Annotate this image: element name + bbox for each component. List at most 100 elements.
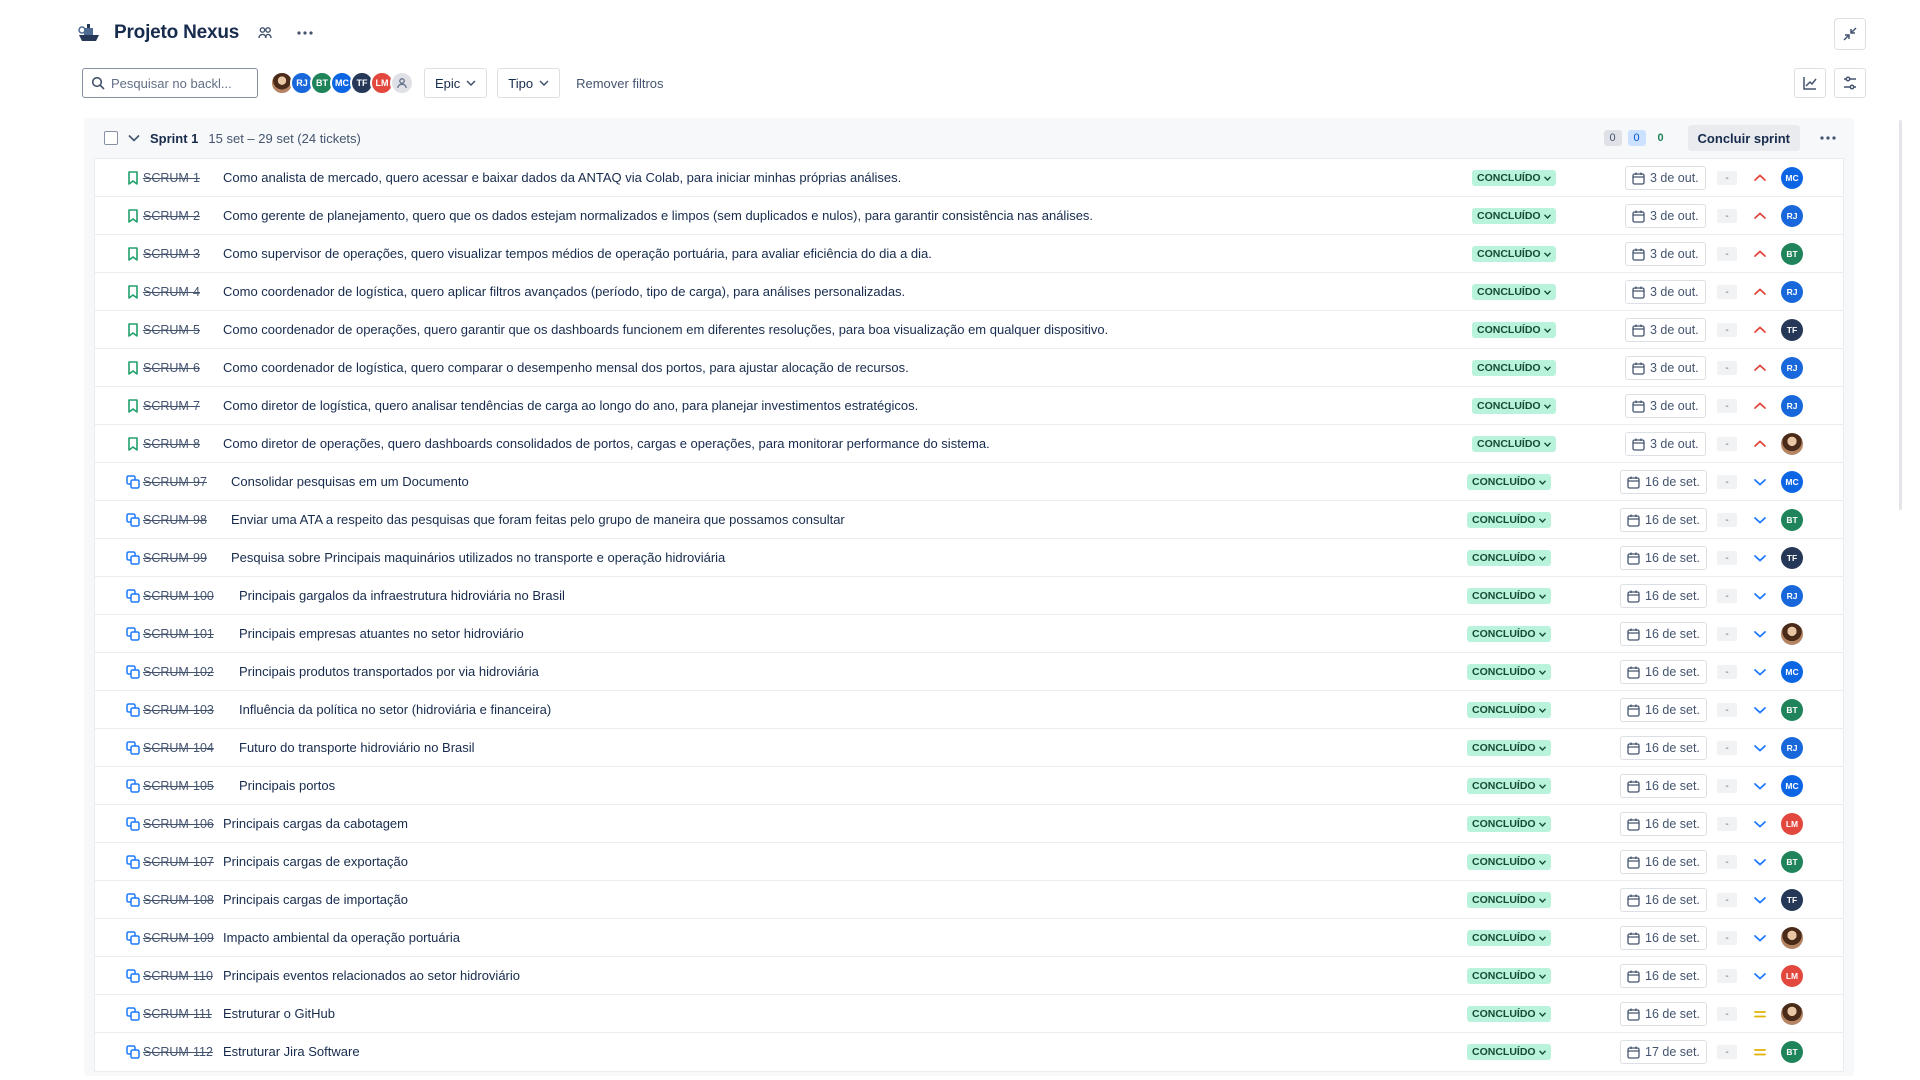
issue-summary[interactable]: Consolidar pesquisas em um Documento: [231, 474, 469, 489]
issue-row[interactable]: SCRUM-103 Influência da política no seto…: [95, 691, 1843, 729]
assignee-avatar[interactable]: [1781, 1003, 1803, 1025]
assignee-avatar[interactable]: [1781, 433, 1803, 455]
story-points-field[interactable]: -: [1717, 437, 1737, 451]
assignee-avatar[interactable]: LM: [1781, 965, 1803, 987]
due-date-field[interactable]: 3 de out.: [1625, 318, 1706, 342]
type-filter-dropdown[interactable]: Tipo: [497, 68, 561, 98]
due-date-field[interactable]: 3 de out.: [1625, 356, 1706, 380]
issue-summary[interactable]: Como coordenador de logística, quero com…: [223, 360, 909, 375]
issue-row[interactable]: SCRUM-7 Como diretor de logística, quero…: [95, 387, 1843, 425]
issue-key[interactable]: SCRUM-6: [143, 361, 200, 375]
issue-summary[interactable]: Estruturar o GitHub: [223, 1006, 335, 1021]
priority-low-icon[interactable]: [1752, 854, 1768, 870]
story-points-field[interactable]: -: [1717, 171, 1737, 185]
story-points-field[interactable]: -: [1717, 399, 1737, 413]
issue-key[interactable]: SCRUM-108: [143, 893, 214, 907]
issue-key[interactable]: SCRUM-7: [143, 399, 200, 413]
due-date-field[interactable]: 16 de set.: [1620, 660, 1707, 684]
priority-high-icon[interactable]: [1752, 208, 1768, 224]
complete-sprint-button[interactable]: Concluir sprint: [1687, 125, 1800, 151]
issue-key[interactable]: SCRUM-97: [143, 475, 207, 489]
issue-key[interactable]: SCRUM-109: [143, 931, 214, 945]
story-points-field[interactable]: -: [1717, 969, 1737, 983]
due-date-field[interactable]: 16 de set.: [1620, 622, 1707, 646]
issue-row[interactable]: SCRUM-110 Principais eventos relacionado…: [95, 957, 1843, 995]
story-points-field[interactable]: -: [1717, 1045, 1737, 1059]
issue-summary[interactable]: Principais portos: [239, 778, 335, 793]
issue-key[interactable]: SCRUM-101: [143, 627, 214, 641]
epic-filter-dropdown[interactable]: Epic: [424, 68, 488, 98]
issue-row[interactable]: SCRUM-2 Como gerente de planejamento, qu…: [95, 197, 1843, 235]
status-badge[interactable]: CONCLUÍDO: [1467, 626, 1551, 642]
issue-key[interactable]: SCRUM-2: [143, 209, 200, 223]
story-points-field[interactable]: -: [1717, 323, 1737, 337]
chevron-down-icon[interactable]: [128, 134, 140, 142]
status-badge[interactable]: CONCLUÍDO: [1467, 968, 1551, 984]
issue-row[interactable]: SCRUM-102 Principais produtos transporta…: [95, 653, 1843, 691]
priority-high-icon[interactable]: [1752, 170, 1768, 186]
assignee-avatar[interactable]: MC: [1781, 661, 1803, 683]
status-badge[interactable]: CONCLUÍDO: [1472, 246, 1556, 262]
issue-summary[interactable]: Principais produtos transportados por vi…: [239, 664, 539, 679]
due-date-field[interactable]: 16 de set.: [1620, 508, 1707, 532]
assignee-avatar[interactable]: RJ: [1781, 357, 1803, 379]
priority-low-icon[interactable]: [1752, 550, 1768, 566]
view-settings-icon[interactable]: [1834, 68, 1866, 98]
due-date-field[interactable]: 16 de set.: [1620, 812, 1707, 836]
assignee-avatar[interactable]: MC: [1781, 167, 1803, 189]
assignee-avatar[interactable]: RJ: [1781, 281, 1803, 303]
issue-key[interactable]: SCRUM-107: [143, 855, 214, 869]
issue-row[interactable]: SCRUM-6 Como coordenador de logística, q…: [95, 349, 1843, 387]
status-badge[interactable]: CONCLUÍDO: [1467, 588, 1551, 604]
priority-low-icon[interactable]: [1752, 740, 1768, 756]
assignee-avatar[interactable]: RJ: [1781, 205, 1803, 227]
issue-row[interactable]: SCRUM-4 Como coordenador de logística, q…: [95, 273, 1843, 311]
issue-summary[interactable]: Estruturar Jira Software: [223, 1044, 360, 1059]
status-badge[interactable]: CONCLUÍDO: [1467, 474, 1551, 490]
status-badge[interactable]: CONCLUÍDO: [1472, 284, 1556, 300]
story-points-field[interactable]: -: [1717, 931, 1737, 945]
search-input[interactable]: [111, 75, 241, 91]
priority-medium-icon[interactable]: [1752, 1044, 1768, 1060]
due-date-field[interactable]: 16 de set.: [1620, 774, 1707, 798]
status-badge[interactable]: CONCLUÍDO: [1467, 512, 1551, 528]
story-points-field[interactable]: -: [1717, 209, 1737, 223]
story-points-field[interactable]: -: [1717, 285, 1737, 299]
priority-low-icon[interactable]: [1752, 702, 1768, 718]
issue-key[interactable]: SCRUM-111: [143, 1007, 212, 1021]
issue-row[interactable]: SCRUM-8 Como diretor de operações, quero…: [95, 425, 1843, 463]
assignee-avatar[interactable]: BT: [1781, 699, 1803, 721]
issue-row[interactable]: SCRUM-112 Estruturar Jira Software CONCL…: [95, 1033, 1843, 1071]
issue-key[interactable]: SCRUM-102: [143, 665, 214, 679]
issue-summary[interactable]: Enviar uma ATA a respeito das pesquisas …: [231, 512, 845, 527]
insights-chart-icon[interactable]: [1794, 68, 1826, 98]
sprint-select-checkbox[interactable]: [104, 131, 118, 145]
status-badge[interactable]: CONCLUÍDO: [1467, 550, 1551, 566]
issue-key[interactable]: SCRUM-100: [143, 589, 214, 603]
priority-high-icon[interactable]: [1752, 436, 1768, 452]
due-date-field[interactable]: 16 de set.: [1620, 926, 1707, 950]
story-points-field[interactable]: -: [1717, 475, 1737, 489]
issue-summary[interactable]: Principais cargas de importação: [223, 892, 408, 907]
status-badge[interactable]: CONCLUÍDO: [1472, 208, 1556, 224]
assignee-avatar[interactable]: TF: [1781, 889, 1803, 911]
status-badge[interactable]: CONCLUÍDO: [1472, 360, 1556, 376]
status-badge[interactable]: CONCLUÍDO: [1467, 778, 1551, 794]
issue-key[interactable]: SCRUM-98: [143, 513, 207, 527]
due-date-field[interactable]: 16 de set.: [1620, 546, 1707, 570]
issue-summary[interactable]: Pesquisa sobre Principais maquinários ut…: [231, 550, 725, 565]
priority-high-icon[interactable]: [1752, 398, 1768, 414]
due-date-field[interactable]: 3 de out.: [1625, 166, 1706, 190]
due-date-field[interactable]: 3 de out.: [1625, 432, 1706, 456]
status-badge[interactable]: CONCLUÍDO: [1467, 1006, 1551, 1022]
due-date-field[interactable]: 3 de out.: [1625, 280, 1706, 304]
story-points-field[interactable]: -: [1717, 817, 1737, 831]
issue-row[interactable]: SCRUM-5 Como coordenador de operações, q…: [95, 311, 1843, 349]
issue-summary[interactable]: Impacto ambiental da operação portuária: [223, 930, 460, 945]
priority-low-icon[interactable]: [1752, 892, 1768, 908]
clear-filters-button[interactable]: Remover filtros: [570, 76, 669, 91]
assignee-avatar[interactable]: [1781, 927, 1803, 949]
priority-low-icon[interactable]: [1752, 816, 1768, 832]
assignee-avatar[interactable]: MC: [1781, 471, 1803, 493]
more-options-icon[interactable]: [291, 19, 319, 47]
